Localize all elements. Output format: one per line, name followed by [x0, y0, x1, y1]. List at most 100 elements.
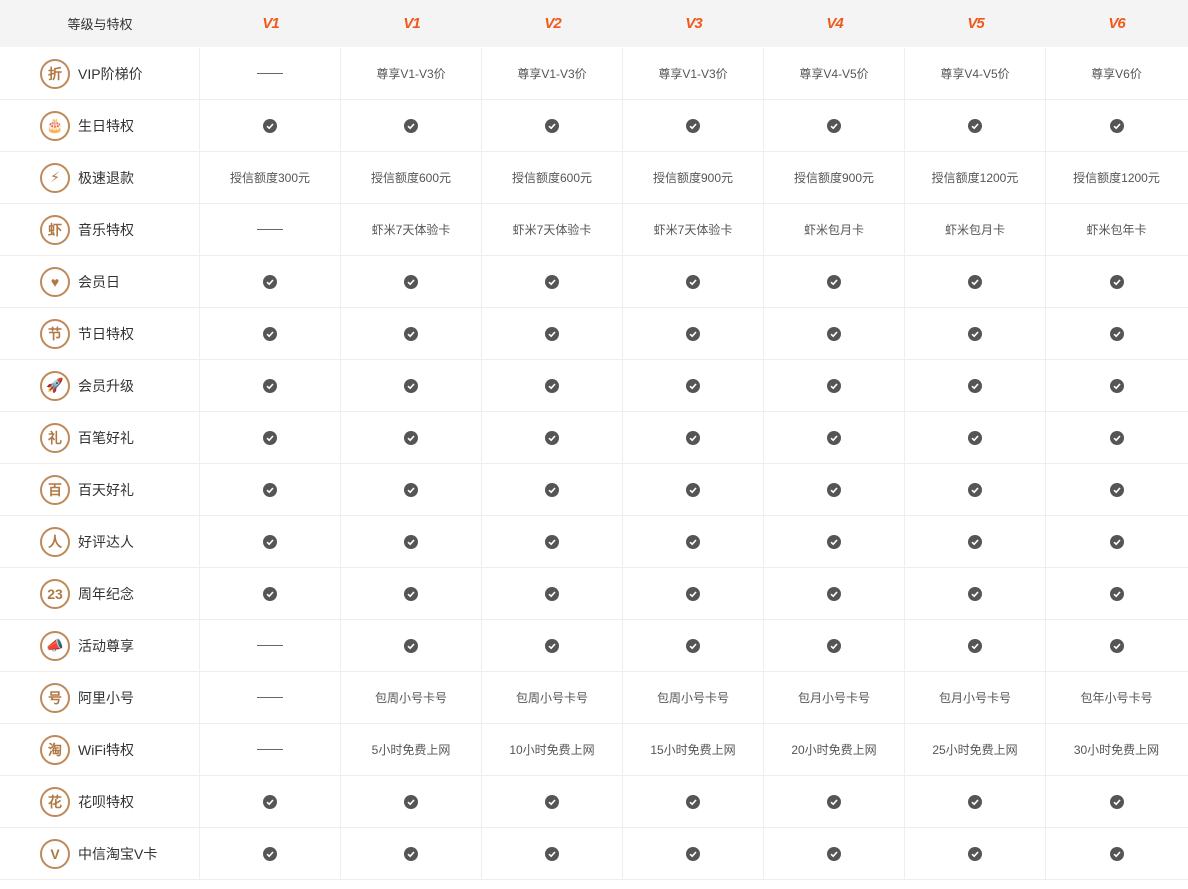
privilege-cell: 授信额度300元: [200, 152, 341, 203]
privilege-name: 会员日: [78, 273, 120, 290]
privilege-cell: [764, 412, 905, 463]
privilege-cell: [482, 464, 623, 515]
privilege-name: 好评达人: [78, 533, 134, 550]
privilege-value: 15小时免费上网: [650, 743, 736, 757]
check-icon: [545, 482, 559, 497]
check-icon: [686, 482, 700, 497]
level-badge-2: V1: [403, 15, 420, 32]
privilege-cell: [1046, 620, 1187, 671]
wifi-icon: 淘: [40, 734, 70, 765]
check-icon: [686, 326, 700, 341]
privilege-name-cell: 🎂 生日特权: [0, 100, 200, 151]
privilege-cell: [200, 620, 341, 671]
check-icon: [404, 274, 418, 289]
privilege-name-cell: 礼百笔好礼: [0, 412, 200, 463]
privilege-value: 包月小号卡号: [797, 691, 870, 705]
privilege-cell: [341, 464, 482, 515]
privilege-cell: [341, 516, 482, 567]
privilege-cell: [200, 672, 341, 723]
privilege-cell: 5小时免费上网: [341, 724, 482, 775]
privilege-name-cell: 百百天好礼: [0, 464, 200, 515]
dash-icon: [257, 229, 283, 230]
check-icon: [1109, 482, 1124, 497]
privilege-value: 虾米包月卡: [944, 223, 1005, 237]
check-icon: [1109, 534, 1124, 549]
privilege-value: 30小时免费上网: [1073, 743, 1160, 757]
privilege-name: 音乐特权: [78, 221, 134, 238]
privilege-cell: 尊享V1-V3价: [482, 48, 623, 99]
privilege-cell: [1046, 776, 1187, 827]
check-icon: [827, 430, 841, 445]
privilege-cell: [200, 100, 341, 151]
privilege-cell: [623, 776, 764, 827]
privilege-cell: [482, 620, 623, 671]
privilege-cell: [764, 516, 905, 567]
privilege-name-cell: 花花呗特权: [0, 776, 200, 827]
check-icon: [968, 794, 982, 809]
privilege-cell: [764, 776, 905, 827]
check-icon: [827, 586, 841, 601]
dash-icon: [257, 645, 283, 646]
table-row: 🚀 会员升级: [0, 360, 1188, 412]
check-icon: [263, 794, 277, 809]
privilege-cell: [905, 568, 1046, 619]
privilege-value: 包月小号卡号: [938, 691, 1011, 705]
table-row: ♥ 会员日: [0, 256, 1188, 308]
check-icon: [545, 274, 559, 289]
privilege-cell: [482, 360, 623, 411]
check-icon: [545, 430, 559, 445]
check-icon: [968, 326, 982, 341]
privilege-name-cell: 折 VIP阶梯价: [0, 48, 200, 99]
privilege-cell: 25小时免费上网: [905, 724, 1046, 775]
anniversary-calendar-icon: 23: [40, 578, 70, 609]
check-icon: [404, 534, 418, 549]
privilege-cell: [623, 360, 764, 411]
lightning-icon: ⚡: [40, 162, 70, 193]
privilege-value: 虾米包年卡: [1086, 223, 1147, 237]
check-icon: [686, 118, 700, 133]
privilege-cell: [905, 360, 1046, 411]
privilege-cell: [341, 360, 482, 411]
check-icon: [1109, 586, 1124, 601]
header-first-col: 等级与特权: [67, 17, 133, 32]
privilege-cell: 尊享V1-V3价: [623, 48, 764, 99]
check-icon: [968, 638, 982, 653]
check-icon: [968, 430, 982, 445]
privilege-cell: [341, 412, 482, 463]
privilege-cell: [905, 412, 1046, 463]
table-row: 23 周年纪念: [0, 568, 1188, 620]
privilege-cell: [905, 464, 1046, 515]
privilege-cell: [623, 256, 764, 307]
privilege-cell: [482, 516, 623, 567]
privilege-value: 授信额度1200元: [1073, 171, 1160, 185]
privilege-name-cell: 📣 活动尊享: [0, 620, 200, 671]
check-icon: [827, 638, 841, 653]
privilege-value: 尊享V1-V3价: [376, 67, 446, 81]
check-icon: [404, 794, 418, 809]
privilege-cell: [764, 464, 905, 515]
privilege-value: 包年小号卡号: [1080, 691, 1153, 705]
level-badge-6: V5: [967, 15, 984, 32]
check-icon: [545, 846, 559, 861]
check-icon: [686, 430, 700, 445]
privilege-cell: 尊享V1-V3价: [341, 48, 482, 99]
privilege-value: 尊享V6价: [1091, 67, 1142, 81]
privilege-name-cell: 23 周年纪念: [0, 568, 200, 619]
table-row: 号阿里小号 包周小号卡号 包周小号卡号 包周小号卡号 包月小号卡号 包月小号卡号 包年小号卡…: [0, 672, 1188, 724]
privilege-cell: [764, 568, 905, 619]
privilege-cell: [623, 464, 764, 515]
privilege-cell: [1046, 464, 1187, 515]
table-body: 折 VIP阶梯价 尊享V1-V3价 尊享V1-V3价 尊享V1-V3价 尊享V4-V5价 尊…: [0, 48, 1188, 880]
credit-card-icon: V: [40, 838, 70, 869]
privilege-value: 包周小号卡号: [515, 691, 588, 705]
privilege-cell: [905, 308, 1046, 359]
privilege-name: 生日特权: [78, 117, 134, 134]
privilege-value: 授信额度900元: [652, 171, 734, 185]
check-icon: [686, 534, 700, 549]
check-icon: [404, 846, 418, 861]
check-icon: [545, 326, 559, 341]
check-icon: [263, 534, 277, 549]
privilege-cell: 虾米7天体验卡: [482, 204, 623, 255]
privilege-cell: 包月小号卡号: [905, 672, 1046, 723]
privilege-value: 25小时免费上网: [932, 743, 1018, 757]
